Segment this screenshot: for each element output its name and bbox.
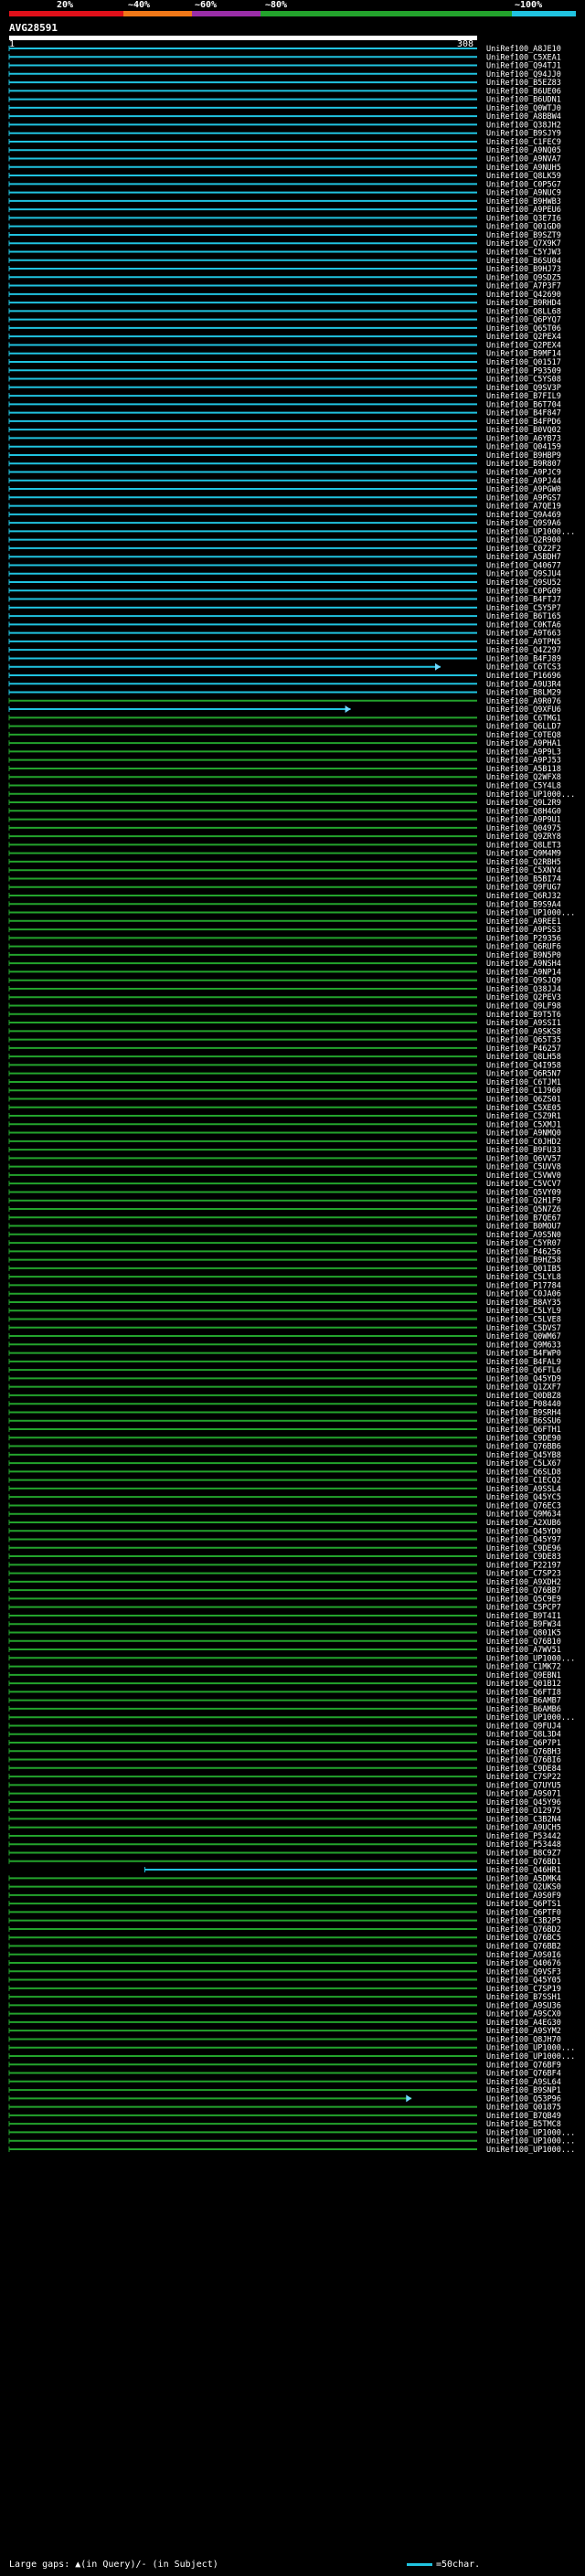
scale-legend: =50char. (407, 2560, 480, 2570)
hit-end-marker (434, 663, 441, 671)
large-gaps-legend: Large gaps: ▲(in Query)/- (in Subject) (9, 2560, 218, 2570)
alignment-chart: UniRef100_A8JE10UniRef100_C5XEA1UniRef10… (8, 45, 575, 2155)
scale-swatch (407, 2562, 432, 2566)
hit-end-marker (345, 705, 351, 714)
footer: Large gaps: ▲(in Query)/- (in Subject) =… (9, 2560, 480, 2570)
hit-id-label[interactable]: UniRef100_UP1000... (486, 2146, 575, 2155)
scale-label: =50char. (436, 2560, 481, 2570)
hit-end-marker (406, 2094, 412, 2103)
